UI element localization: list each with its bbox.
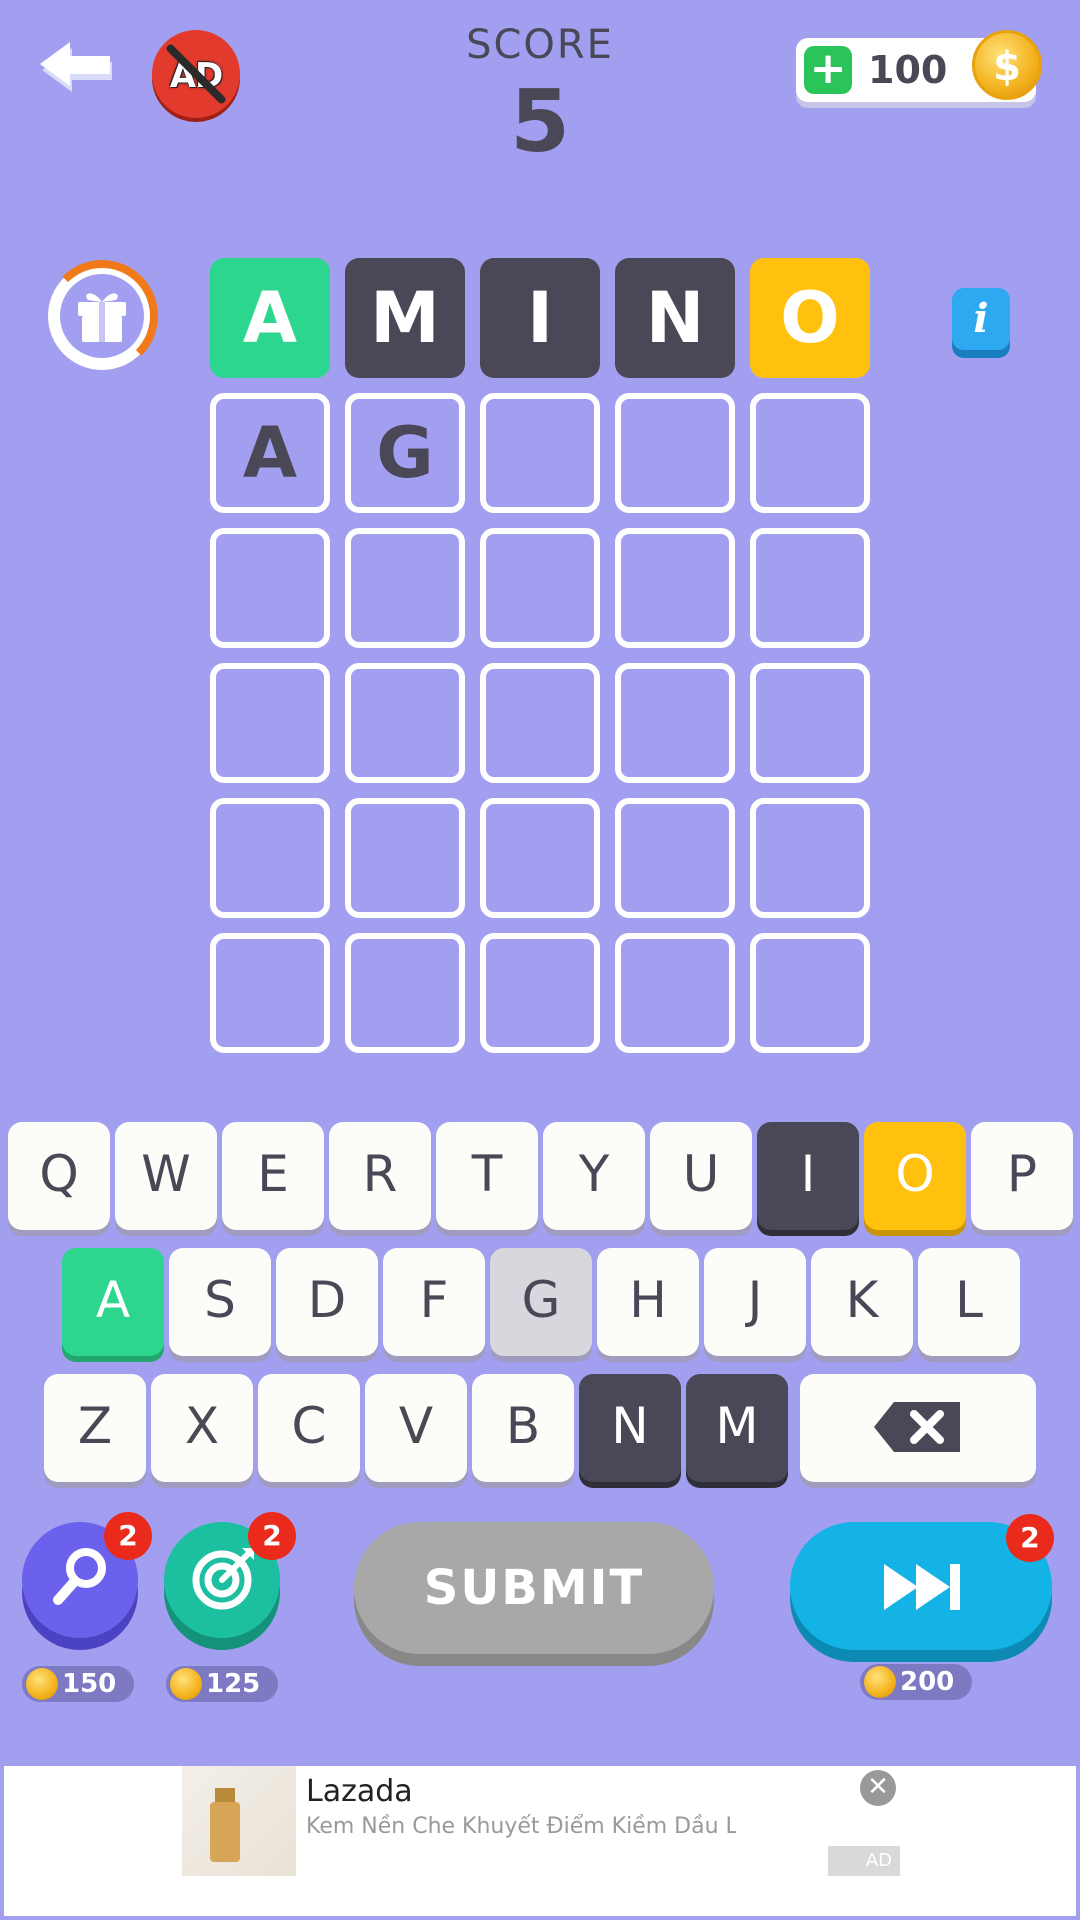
grid-cell [750,933,870,1053]
ad-banner[interactable]: Lazada Kem Nền Che Khuyết Điểm Kiềm Dầu … [4,1766,1076,1916]
key-g[interactable]: G [490,1248,592,1356]
grid-cell [615,528,735,648]
grid-cell [345,528,465,648]
key-x[interactable]: X [151,1374,253,1482]
add-coins-button[interactable]: + [804,46,852,94]
key-n[interactable]: N [579,1374,681,1482]
fast-forward-icon [884,1564,960,1610]
key-h[interactable]: H [597,1248,699,1356]
grid-cell [345,798,465,918]
target-price-value: 125 [206,1669,261,1699]
grid-cell: M [345,258,465,378]
key-p[interactable]: P [971,1122,1073,1230]
target-badge: 2 [248,1512,296,1560]
grid-cell [210,528,330,648]
grid-cell [345,663,465,783]
grid-cell: A [210,258,330,378]
grid-cell [750,393,870,513]
grid-cell [210,798,330,918]
hint-price: 150 [22,1666,134,1702]
key-z[interactable]: Z [44,1374,146,1482]
key-j[interactable]: J [704,1248,806,1356]
key-s[interactable]: S [169,1248,271,1356]
ad-title: Lazada [306,1774,413,1809]
backspace-icon [874,1402,960,1452]
back-button[interactable] [36,36,116,96]
grid-cell: O [750,258,870,378]
key-r[interactable]: R [329,1122,431,1230]
gift-button[interactable] [46,260,158,372]
key-e[interactable]: E [222,1122,324,1230]
grid-cell [210,663,330,783]
skip-badge: 2 [1006,1514,1054,1562]
key-f[interactable]: F [383,1248,485,1356]
grid-cell: N [615,258,735,378]
score-label: SCORE [466,22,614,68]
backspace-key[interactable] [800,1374,1036,1482]
key-a[interactable]: A [62,1248,164,1356]
grid-cell [615,798,735,918]
key-l[interactable]: L [918,1248,1020,1356]
grid-cell: I [480,258,600,378]
grid-cell: A [210,393,330,513]
coin-panel: + 100 $ [796,30,1042,102]
grid-cell [750,663,870,783]
grid-cell [480,663,600,783]
coin-icon [170,1668,202,1700]
coin-icon: $ [972,30,1042,100]
remove-ads-button[interactable]: AD [152,30,240,118]
key-i[interactable]: I [757,1122,859,1230]
grid-cell [480,393,600,513]
key-q[interactable]: Q [8,1122,110,1230]
grid-cell [480,528,600,648]
plus-icon: + [809,43,847,94]
grid-cell [750,528,870,648]
arrow-left-icon [40,42,112,92]
grid-cell [480,933,600,1053]
grid-cell [480,798,600,918]
info-button[interactable]: i [952,288,1010,350]
submit-button[interactable]: SUBMIT [354,1522,714,1654]
key-k[interactable]: K [811,1248,913,1356]
target-icon [192,1548,254,1610]
key-d[interactable]: D [276,1248,378,1356]
magnifier-icon [53,1548,106,1605]
key-m[interactable]: M [686,1374,788,1482]
key-o[interactable]: O [864,1122,966,1230]
key-v[interactable]: V [365,1374,467,1482]
coin-icon [864,1666,896,1698]
coin-symbol: $ [993,44,1021,90]
ad-tag: AD [828,1846,900,1876]
key-b[interactable]: B [472,1374,574,1482]
gift-icon [78,293,126,342]
skip-price: 200 [860,1664,972,1700]
coin-count: 100 [868,48,948,92]
target-price: 125 [166,1666,278,1702]
key-y[interactable]: Y [543,1122,645,1230]
grid-cell: G [345,393,465,513]
key-t[interactable]: T [436,1122,538,1230]
grid-cell [615,393,735,513]
coin-icon [26,1668,58,1700]
ad-close-button[interactable]: ✕ [860,1770,896,1806]
grid-cell [210,933,330,1053]
grid-cell [345,933,465,1053]
key-c[interactable]: C [258,1374,360,1482]
key-w[interactable]: W [115,1122,217,1230]
score-value: 5 [510,72,570,172]
hint-price-value: 150 [62,1669,117,1699]
skip-price-value: 200 [900,1667,955,1697]
hint-badge: 2 [104,1512,152,1560]
ad-description: Kem Nền Che Khuyết Điểm Kiềm Dầu Lâu T [306,1814,736,1839]
key-u[interactable]: U [650,1122,752,1230]
grid-cell [615,933,735,1053]
grid-cell [615,663,735,783]
grid-cell [750,798,870,918]
ad-product-image [182,1766,296,1876]
